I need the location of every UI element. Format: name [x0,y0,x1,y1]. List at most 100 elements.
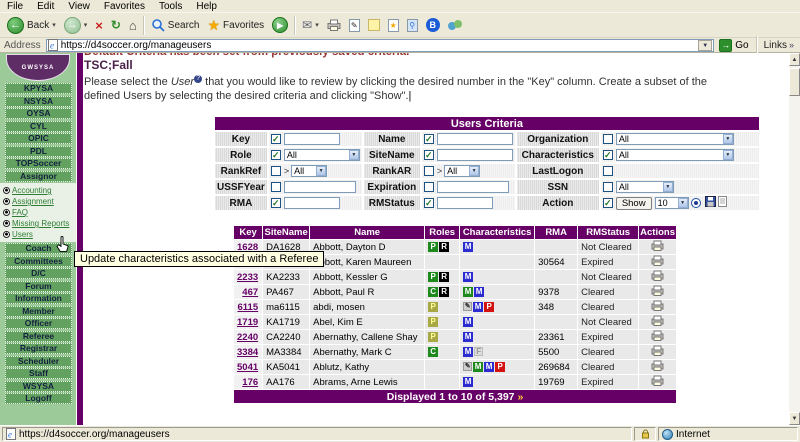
role-select[interactable]: All▼ [284,149,360,161]
edit-button[interactable]: ✎ [345,14,364,36]
sidebar-item-staff[interactable]: Staff [5,368,72,379]
go-button[interactable]: → Go [714,39,753,52]
sidebar-item-cyl[interactable]: CYL [5,121,72,132]
expiration-input[interactable] [437,181,509,193]
favorites-button[interactable]: ★ Favorites [203,14,268,36]
key-link[interactable]: 5041 [237,362,258,373]
sidebar-item-oysa[interactable]: OYSA [5,108,72,119]
name-checkbox[interactable]: ✓ [424,134,434,144]
home-button[interactable]: ⌂ [125,14,141,36]
ssn-checkbox[interactable] [603,182,613,192]
key-link[interactable]: 6115 [238,302,259,313]
sidebar-item-opic[interactable]: OPIC [5,133,72,144]
ussfyear-checkbox[interactable] [271,182,281,192]
ssn-select[interactable]: All▼ [616,181,674,193]
rma-checkbox[interactable]: ✓ [271,198,281,208]
print-button[interactable] [323,14,345,36]
sitename-input[interactable] [437,149,513,161]
printer-icon[interactable] [651,315,664,329]
rankar-select[interactable]: All▼ [444,165,480,177]
key-link[interactable]: 2240 [237,332,258,343]
results-radio[interactable] [691,198,701,208]
search-button[interactable]: Search [147,14,204,36]
printer-icon[interactable] [651,240,664,254]
expiration-checkbox[interactable] [424,182,434,192]
ussfyear-input[interactable] [284,181,356,193]
printer-icon[interactable] [651,360,664,374]
sidebar-item-information[interactable]: Information [5,293,72,304]
scroll-down-button[interactable]: ▼ [789,412,800,425]
sidebar-item-logoff[interactable]: Logoff [5,393,72,404]
sidebar-link-users[interactable]: Users [12,230,33,239]
sidebar-link-missing-reports[interactable]: Missing Reports [12,219,69,228]
key-link[interactable]: 1719 [237,317,258,328]
mail-dropdown-icon[interactable]: ▾ [315,21,319,29]
sidebar-item-scheduler[interactable]: Scheduler [5,356,72,367]
key-input[interactable] [284,133,340,145]
rankref-select[interactable]: All▼ [291,165,327,177]
page-icon[interactable] [718,196,727,210]
organization-select[interactable]: All▼ [616,133,734,145]
back-button[interactable]: ← Back ▾ [3,14,60,36]
save-icon[interactable] [705,196,716,210]
sidebar-item-assignor[interactable]: Assignor [5,171,72,182]
sidebar-item-kpysa[interactable]: KPYSA [5,83,72,94]
menu-edit[interactable]: Edit [30,1,61,12]
printer-icon[interactable] [651,330,664,344]
key-checkbox[interactable]: ✓ [271,134,281,144]
forward-dropdown-icon[interactable]: ▾ [84,21,88,29]
key-link[interactable]: 2233 [237,272,258,283]
sidebar-item-topsoccer[interactable]: TOPSoccer [5,158,72,169]
sidebar-link-accounting[interactable]: Accounting [12,186,52,195]
links-button[interactable]: Links » [760,40,800,51]
printer-icon[interactable] [651,300,664,314]
sidebar-item-committees[interactable]: Committees [5,256,72,267]
scrollbar-thumb[interactable] [789,68,800,96]
rankar-checkbox[interactable] [424,166,434,176]
action-checkbox[interactable]: ✓ [603,198,613,208]
lastlogon-checkbox[interactable] [603,166,613,176]
next-page-arrow[interactable]: » [517,391,523,403]
sidebar-item-nsysa[interactable]: NSYSA [5,96,72,107]
sidebar-item-registrar[interactable]: Registrar [5,343,72,354]
address-dropdown-icon[interactable]: ▼ [698,40,712,51]
name-input[interactable] [437,133,513,145]
stop-button[interactable]: × [91,14,107,36]
sidebar-item-d-c[interactable]: D/C [5,268,72,279]
sidebar-item-wsysa[interactable]: WSYSA [5,381,72,392]
menu-file[interactable]: File [0,1,30,12]
help-icon[interactable]: ? [194,75,202,83]
research-button[interactable]: ⚲ [403,14,422,36]
back-dropdown-icon[interactable]: ▾ [52,21,56,29]
sidebar-item-forum[interactable]: Forum [5,281,72,292]
printer-icon[interactable] [651,255,664,269]
buddy-button[interactable] [444,14,467,36]
forward-button[interactable]: → ▾ [60,14,92,36]
media-button[interactable]: ▶ [268,14,292,36]
key-link[interactable]: 467 [242,287,258,298]
rmstatus-input[interactable] [437,197,493,209]
characteristics-checkbox[interactable]: ✓ [603,150,613,160]
printer-icon[interactable] [651,285,664,299]
vertical-scrollbar[interactable]: ▲ ▼ [789,53,800,425]
scroll-up-button[interactable]: ▲ [789,53,800,66]
rankref-checkbox[interactable] [271,166,281,176]
characteristics-select[interactable]: All▼ [616,149,734,161]
discuss-button[interactable] [364,14,384,36]
sidebar-item-member[interactable]: Member [5,306,72,317]
rma-input[interactable] [284,197,340,209]
menu-view[interactable]: View [61,1,97,12]
menu-favorites[interactable]: Favorites [97,1,152,12]
sidebar-link-faq[interactable]: FAQ [12,208,28,217]
mail-button[interactable]: ✉▾ [298,14,323,36]
address-input[interactable]: e https://d4soccer.org/manageusers ▼ [46,39,715,52]
sidebar-item-officer[interactable]: Officer [5,318,72,329]
action-select[interactable]: 10▼ [655,197,689,209]
printer-icon[interactable] [651,345,664,359]
menu-help[interactable]: Help [189,1,224,12]
show-button[interactable]: Show [616,197,652,210]
printer-icon[interactable] [651,270,664,284]
messenger-button[interactable]: B [422,14,444,36]
sidebar-link-assignment[interactable]: Assignment [12,197,54,206]
sidebar-item-pdl[interactable]: PDL [5,146,72,157]
